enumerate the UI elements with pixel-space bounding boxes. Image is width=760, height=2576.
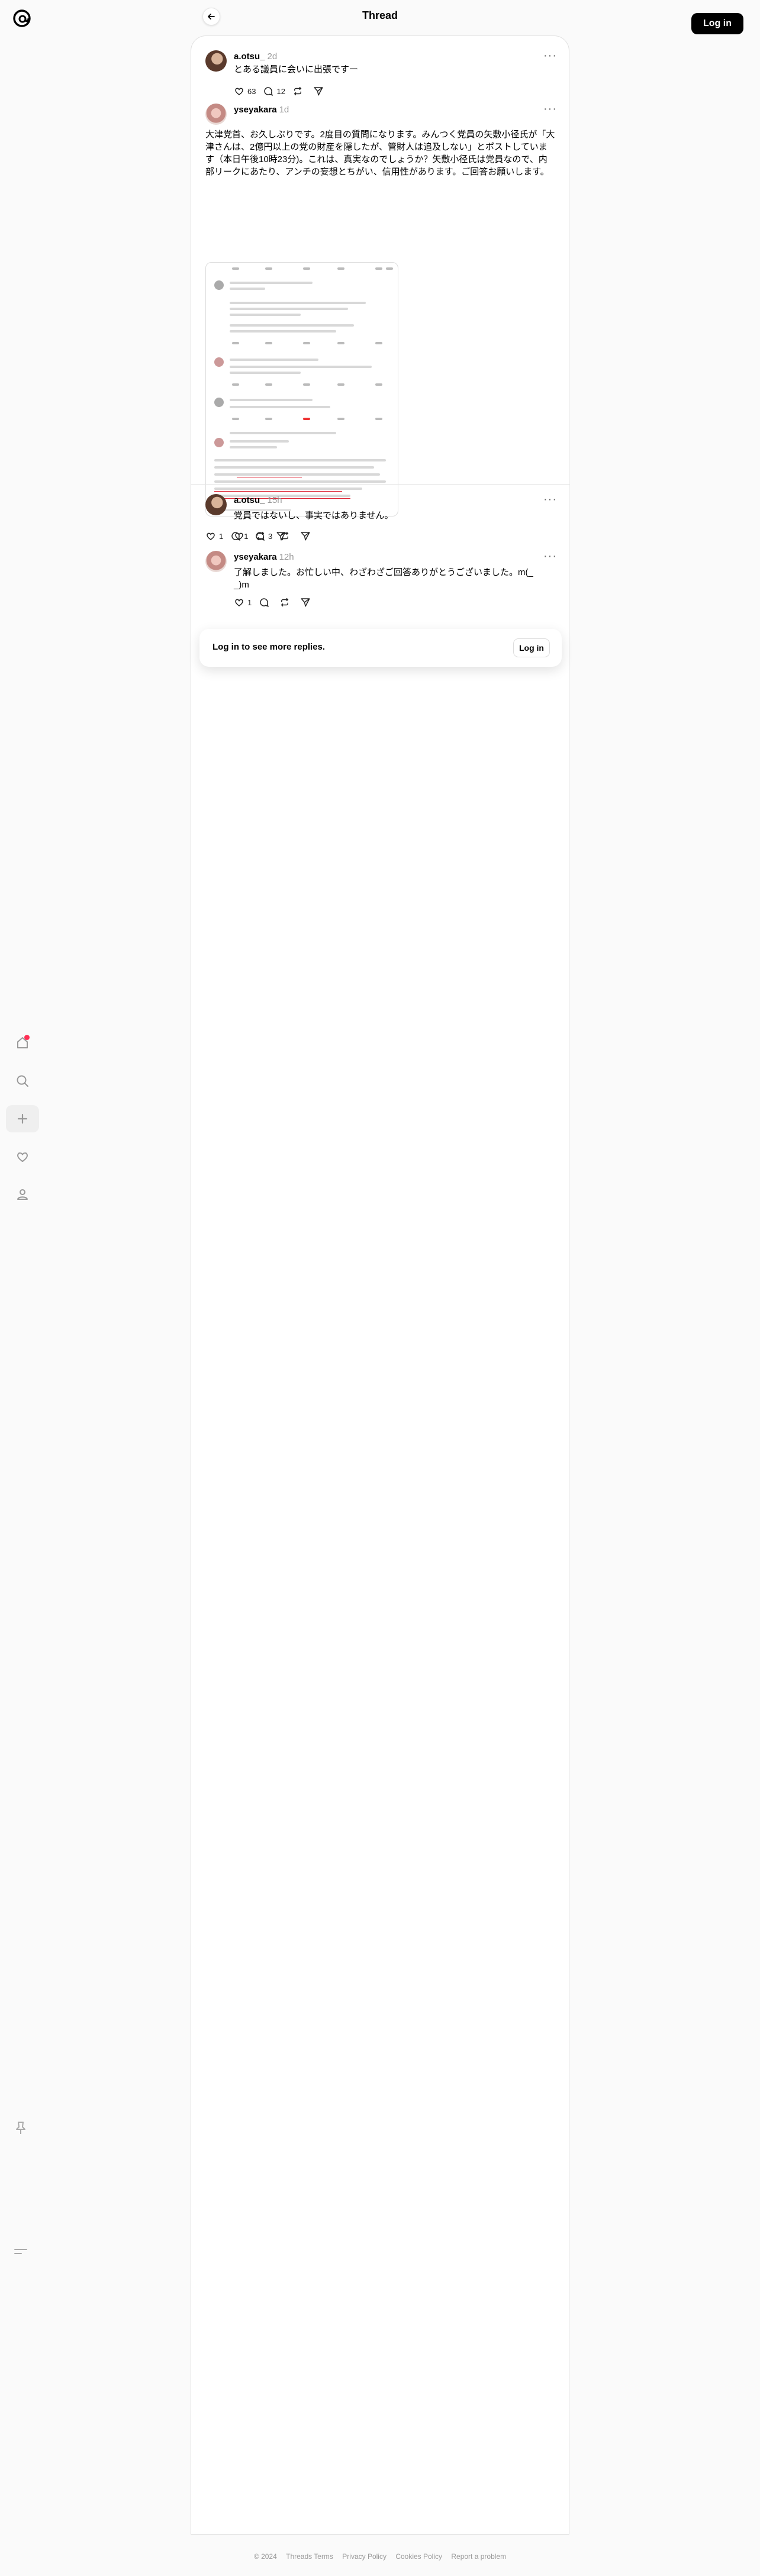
more-options-button[interactable]: ··· bbox=[543, 49, 557, 63]
nav-activity[interactable] bbox=[6, 1143, 39, 1170]
post-meta: yseyakara 1d bbox=[234, 105, 289, 115]
menu-icon bbox=[14, 2249, 27, 2254]
timestamp: 2d bbox=[267, 51, 278, 62]
plus-icon bbox=[17, 1113, 28, 1124]
repost-icon bbox=[281, 531, 289, 541]
comment-icon bbox=[260, 598, 269, 608]
reply-button[interactable] bbox=[259, 597, 272, 608]
like-count: 1 bbox=[219, 531, 224, 541]
like-button[interactable]: 1 bbox=[205, 531, 223, 541]
repost-icon bbox=[281, 598, 289, 607]
send-icon bbox=[301, 532, 310, 541]
profile-icon bbox=[17, 1189, 28, 1200]
post-actions: 1 bbox=[234, 597, 321, 608]
side-nav bbox=[0, 1029, 45, 1219]
nav-create[interactable] bbox=[6, 1105, 39, 1132]
avatar[interactable] bbox=[205, 551, 227, 572]
timestamp: 15h bbox=[267, 495, 282, 505]
like-count: 63 bbox=[247, 86, 256, 96]
menu-button[interactable] bbox=[13, 2243, 28, 2262]
reply-count: 12 bbox=[276, 86, 285, 96]
heart-icon bbox=[235, 88, 243, 95]
login-prompt-text: Log in to see more replies. bbox=[212, 642, 326, 652]
nav-profile[interactable] bbox=[6, 1181, 39, 1208]
post-text: とある議員に会いに出張ですー bbox=[234, 64, 359, 75]
reply-count: 3 bbox=[268, 531, 273, 541]
post-actions: 3 bbox=[234, 531, 321, 541]
reply-button[interactable]: 3 bbox=[255, 531, 272, 541]
repost-icon bbox=[294, 86, 302, 96]
avatar[interactable] bbox=[205, 104, 227, 125]
heart-icon bbox=[17, 1152, 28, 1162]
username[interactable]: a.otsu_ bbox=[234, 495, 265, 505]
repost-button[interactable] bbox=[292, 86, 306, 96]
search-icon bbox=[17, 1075, 28, 1087]
share-button[interactable] bbox=[300, 597, 314, 608]
username[interactable]: a.otsu_ bbox=[234, 51, 265, 62]
repost-button[interactable] bbox=[279, 597, 293, 608]
heart-icon bbox=[235, 599, 243, 606]
heart-icon bbox=[207, 532, 215, 540]
reply-button[interactable]: 12 bbox=[263, 86, 285, 96]
footer-report-link[interactable]: Report a problem bbox=[451, 2552, 506, 2561]
share-button[interactable] bbox=[300, 531, 314, 541]
divider bbox=[191, 484, 570, 485]
footer-copyright: © 2024 bbox=[253, 2552, 277, 2561]
like-button[interactable]: 63 bbox=[234, 86, 256, 96]
page-title: Thread bbox=[362, 9, 398, 21]
avatar[interactable] bbox=[205, 494, 227, 515]
username[interactable]: yseyakara bbox=[234, 105, 277, 115]
post-meta: yseyakara 12h bbox=[234, 552, 294, 562]
footer-cookies-link[interactable]: Cookies Policy bbox=[395, 2552, 442, 2561]
attached-screenshot-image[interactable] bbox=[205, 262, 398, 517]
share-button[interactable] bbox=[313, 86, 327, 96]
login-prompt-card: Log in to see more replies. Log in bbox=[199, 629, 562, 667]
thread-column: a.otsu_ 2d ··· とある議員に会いに出張ですー 63 12 yseya… bbox=[191, 35, 570, 2535]
pin-button[interactable] bbox=[13, 2120, 28, 2139]
like-button[interactable] bbox=[234, 531, 247, 541]
timestamp: 1d bbox=[279, 105, 289, 115]
repost-button[interactable] bbox=[279, 531, 293, 541]
pin-icon bbox=[16, 2122, 25, 2134]
footer-privacy-link[interactable]: Privacy Policy bbox=[342, 2552, 387, 2561]
login-button[interactable]: Log in bbox=[691, 13, 743, 34]
more-options-button[interactable]: ··· bbox=[543, 550, 557, 563]
send-icon bbox=[314, 87, 323, 96]
username[interactable]: yseyakara bbox=[234, 552, 277, 562]
login-card-button[interactable]: Log in bbox=[513, 638, 550, 657]
post-actions: 63 12 bbox=[234, 86, 334, 96]
timestamp: 12h bbox=[279, 552, 294, 562]
footer: © 2024 Threads Terms Privacy Policy Cook… bbox=[0, 2552, 760, 2561]
more-options-button[interactable]: ··· bbox=[543, 493, 557, 506]
like-button[interactable]: 1 bbox=[234, 597, 252, 608]
post-meta: a.otsu_ 15h bbox=[234, 495, 282, 505]
like-count: 1 bbox=[247, 598, 252, 607]
notification-dot bbox=[24, 1035, 30, 1040]
post-meta: a.otsu_ 2d bbox=[234, 51, 277, 62]
nav-search[interactable] bbox=[6, 1067, 39, 1095]
send-icon bbox=[301, 598, 310, 607]
avatar[interactable] bbox=[205, 50, 227, 72]
post-text: 了解しました。お忙しい中、わざわざご回答ありがとうございました。m(_ _)m bbox=[234, 567, 533, 590]
nav-home[interactable] bbox=[6, 1029, 39, 1057]
post-text: 党員ではないし、事実ではありません。 bbox=[234, 511, 394, 521]
more-options-button[interactable]: ··· bbox=[543, 102, 557, 116]
post-text: 大津党首、お久しぶりです。2度目の質問になります。みんつく党員の矢敷小径氏が「大… bbox=[205, 130, 555, 177]
comment-icon bbox=[256, 532, 265, 541]
comment-icon bbox=[264, 87, 273, 96]
footer-terms-link[interactable]: Threads Terms bbox=[286, 2552, 333, 2561]
heart-icon bbox=[235, 532, 243, 540]
